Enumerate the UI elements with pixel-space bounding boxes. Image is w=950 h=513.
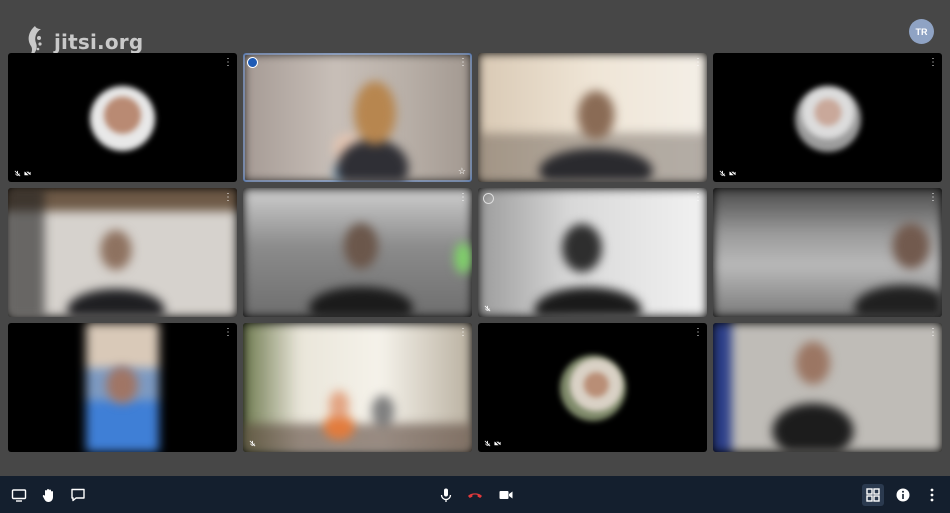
user-avatar[interactable]: TR bbox=[909, 19, 934, 44]
more-icon bbox=[930, 488, 934, 502]
video-subject bbox=[478, 188, 707, 317]
video-subject bbox=[8, 188, 237, 317]
participant-avatar bbox=[795, 86, 861, 152]
video-grid: ⋮ ⋮ ☆ ⋮ ⋮ ⋮ ⋮ ⋮ ⋮ ⋮ ⋮ ⋮ ⋮ bbox=[8, 53, 944, 453]
more-options-icon[interactable]: ⋮ bbox=[693, 193, 703, 203]
screen-share-button[interactable] bbox=[9, 485, 29, 505]
tile-view-button[interactable] bbox=[862, 484, 884, 506]
more-options-icon[interactable]: ⋮ bbox=[928, 58, 938, 68]
status-indicators bbox=[484, 305, 491, 312]
participant-tile-7[interactable]: ⋮ bbox=[478, 188, 707, 317]
more-options-icon[interactable]: ⋮ bbox=[928, 193, 938, 203]
participant-avatar bbox=[560, 355, 626, 421]
speaker-badge bbox=[247, 57, 258, 68]
participant-tile-10[interactable]: ⋮ bbox=[243, 323, 472, 452]
star-icon: ☆ bbox=[457, 166, 466, 176]
more-options-icon[interactable]: ⋮ bbox=[458, 58, 468, 68]
video-subject bbox=[243, 53, 472, 182]
chat-icon bbox=[71, 488, 85, 502]
status-indicators bbox=[484, 440, 501, 447]
participant-tile-5[interactable]: ⋮ bbox=[8, 188, 237, 317]
status-ring-icon bbox=[483, 193, 494, 204]
microphone-button[interactable] bbox=[436, 485, 456, 505]
status-indicators bbox=[249, 440, 256, 447]
mic-muted-icon bbox=[719, 170, 726, 177]
participant-tile-2[interactable]: ⋮ ☆ bbox=[243, 53, 472, 182]
more-options-icon[interactable]: ⋮ bbox=[223, 58, 233, 68]
status-indicators bbox=[14, 170, 31, 177]
participant-tile-8[interactable]: ⋮ bbox=[713, 188, 942, 317]
info-icon bbox=[896, 488, 910, 502]
microphone-icon bbox=[440, 488, 452, 502]
status-indicators bbox=[719, 170, 736, 177]
video-subject bbox=[243, 188, 472, 317]
camera-icon bbox=[499, 491, 513, 499]
more-options-icon[interactable]: ⋮ bbox=[458, 193, 468, 203]
video-subject bbox=[478, 53, 707, 182]
raise-hand-icon bbox=[42, 489, 53, 502]
more-options-icon[interactable]: ⋮ bbox=[693, 58, 703, 68]
participant-tile-11[interactable]: ⋮ bbox=[478, 323, 707, 452]
participant-tile-3[interactable]: ⋮ bbox=[478, 53, 707, 182]
hangup-icon bbox=[468, 493, 482, 498]
brand-name: jitsi.org bbox=[54, 30, 144, 54]
screen-share-icon bbox=[11, 489, 27, 502]
hangup-button[interactable] bbox=[465, 485, 485, 505]
participant-tile-1[interactable]: ⋮ bbox=[8, 53, 237, 182]
mic-muted-icon bbox=[249, 440, 256, 447]
more-options-icon[interactable]: ⋮ bbox=[223, 193, 233, 203]
mic-muted-icon bbox=[484, 305, 491, 312]
tile-view-icon bbox=[866, 488, 880, 502]
camera-off-icon bbox=[494, 440, 501, 447]
participant-tile-6[interactable]: ⋮ bbox=[243, 188, 472, 317]
participant-tile-9[interactable]: ⋮ bbox=[8, 323, 237, 452]
mic-muted-icon bbox=[14, 170, 21, 177]
participant-tile-4[interactable]: ⋮ bbox=[713, 53, 942, 182]
participant-avatar bbox=[90, 86, 155, 151]
info-button[interactable] bbox=[893, 485, 913, 505]
more-actions-button[interactable] bbox=[922, 485, 942, 505]
video-subject bbox=[243, 323, 472, 452]
more-options-icon[interactable]: ⋮ bbox=[458, 328, 468, 338]
chat-button[interactable] bbox=[68, 485, 88, 505]
camera-off-icon bbox=[729, 170, 736, 177]
participant-tile-12[interactable]: ⋮ bbox=[713, 323, 942, 452]
raise-hand-button[interactable] bbox=[39, 485, 59, 505]
camera-off-icon bbox=[24, 170, 31, 177]
video-subject bbox=[713, 323, 942, 452]
more-options-icon[interactable]: ⋮ bbox=[693, 328, 703, 338]
camera-button[interactable] bbox=[496, 485, 516, 505]
mic-muted-icon bbox=[484, 440, 491, 447]
video-subject bbox=[713, 188, 942, 317]
more-options-icon[interactable]: ⋮ bbox=[928, 328, 938, 338]
video-subject bbox=[86, 323, 159, 452]
more-options-icon[interactable]: ⋮ bbox=[223, 328, 233, 338]
meeting-toolbar bbox=[0, 476, 950, 513]
